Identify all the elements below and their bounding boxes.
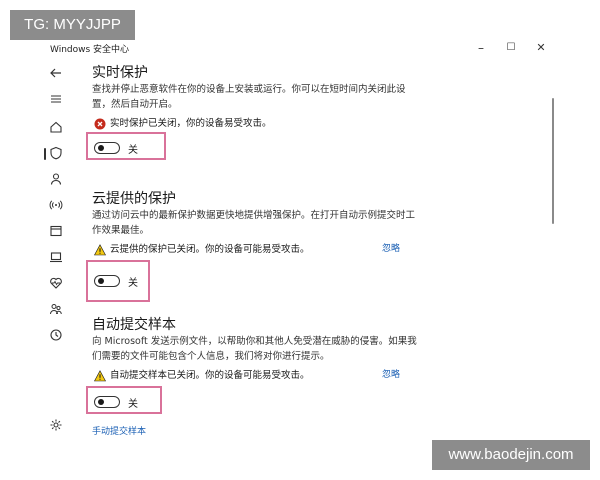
- cloud-toggle[interactable]: [94, 275, 120, 287]
- status-text: 自动提交样本已关闭。你的设备可能易受攻击。: [110, 370, 310, 381]
- health-icon[interactable]: [48, 276, 64, 292]
- section-description: 通过访问云中的最新保护数据更快地提供增强保护。在打开自动示例提交时工作效果最佳。: [92, 210, 416, 236]
- toggle-highlight: 关: [86, 260, 150, 302]
- toggle-label: 关: [128, 145, 138, 156]
- home-icon[interactable]: [48, 120, 64, 136]
- sidebar: [44, 60, 68, 440]
- sample-submission-section: 自动提交样本 向 Microsoft 发送示例文件，以帮助你和其他人免受潜在威胁…: [86, 310, 452, 440]
- warning-icon: [93, 241, 107, 256]
- status-text: 云提供的保护已关闭。你的设备可能易受攻击。: [110, 244, 310, 255]
- history-icon[interactable]: [48, 328, 64, 344]
- close-button[interactable]: ✕: [528, 39, 554, 57]
- realtime-toggle[interactable]: [94, 142, 120, 154]
- dismiss-link[interactable]: 忽略: [382, 367, 400, 380]
- watermark-bottom-right: www.baodejin.com: [432, 440, 590, 470]
- realtime-protection-section: 实时保护 查找并停止恶意软件在你的设备上安装或运行。你可以在短时间内关闭此设置，…: [86, 60, 452, 170]
- wifi-icon[interactable]: [48, 198, 64, 214]
- status-text: 实时保护已关闭，你的设备易受攻击。: [110, 118, 272, 129]
- section-title: 实时保护: [92, 65, 148, 81]
- manual-submit-link[interactable]: 手动提交样本: [92, 424, 146, 437]
- menu-icon[interactable]: [48, 92, 64, 108]
- account-icon[interactable]: [48, 172, 64, 188]
- family-icon[interactable]: [48, 302, 64, 318]
- dismiss-link[interactable]: 忽略: [382, 241, 400, 254]
- app-title: Windows 安全中心: [50, 45, 130, 55]
- toggle-label: 关: [128, 399, 138, 410]
- error-icon: [94, 115, 106, 130]
- section-description: 向 Microsoft 发送示例文件，以帮助你和其他人免受潜在威胁的侵害。如果我…: [92, 336, 417, 362]
- warning-icon: [93, 367, 107, 382]
- scrollbar[interactable]: [552, 98, 554, 224]
- windows-security-window: Windows 安全中心 – ☐ ✕ 实时保护 查找并停止恶意软件在你的设备上安…: [44, 36, 564, 440]
- watermark-top-left: TG: MYYJJPP: [10, 10, 135, 40]
- minimize-button[interactable]: –: [468, 39, 494, 57]
- back-arrow-icon[interactable]: [48, 66, 64, 82]
- status-row: 云提供的保护已关闭。你的设备可能易受攻击。 忽略: [92, 240, 452, 256]
- status-row: 自动提交样本已关闭。你的设备可能易受攻击。 忽略: [92, 366, 452, 382]
- toggle-highlight: 关: [86, 386, 162, 414]
- app-browser-icon[interactable]: [48, 224, 64, 240]
- cloud-protection-section: 云提供的保护 通过访问云中的最新保护数据更快地提供增强保护。在打开自动示例提交时…: [86, 184, 452, 304]
- settings-icon[interactable]: [48, 418, 64, 434]
- section-title: 云提供的保护: [92, 191, 176, 207]
- status-row: 实时保护已关闭，你的设备易受攻击。: [92, 114, 452, 130]
- section-title: 自动提交样本: [92, 317, 176, 333]
- toggle-label: 关: [128, 278, 138, 289]
- toggle-highlight: 关: [86, 132, 166, 160]
- main-content: 实时保护 查找并停止恶意软件在你的设备上安装或运行。你可以在短时间内关闭此设置，…: [86, 60, 452, 440]
- maximize-button[interactable]: ☐: [498, 39, 524, 57]
- sample-toggle[interactable]: [94, 396, 120, 408]
- section-description: 查找并停止恶意软件在你的设备上安装或运行。你可以在短时间内关闭此设置，然后自动开…: [92, 84, 406, 110]
- device-icon[interactable]: [48, 250, 64, 266]
- shield-icon[interactable]: [44, 146, 64, 162]
